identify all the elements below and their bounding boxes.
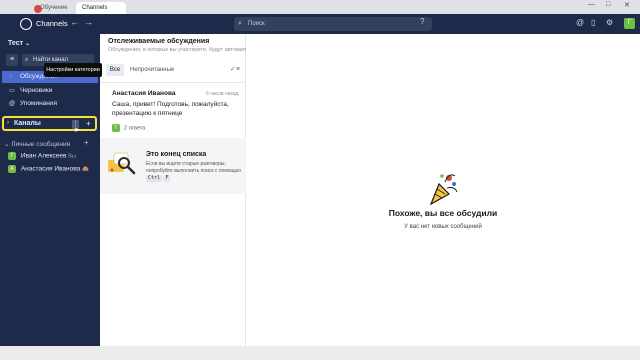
user-avatar[interactable]: Г — [624, 18, 635, 29]
draft-icon: ▭ — [9, 88, 15, 94]
sidebar-item-drafts[interactable]: ▭ Черновики — [2, 85, 98, 97]
chevron-right-icon[interactable]: › — [7, 120, 9, 126]
dm-status: Вы — [68, 153, 76, 160]
dm-name: Анастасия Иванова — [20, 165, 81, 173]
avatar: А — [8, 165, 16, 173]
thread-time: 6 часов назад — [206, 91, 239, 97]
tab-learning[interactable]: Обучение — [24, 2, 68, 14]
search-icon: ⌕ — [25, 57, 29, 63]
magnifier-illustration-icon — [108, 152, 136, 175]
mouse-cursor-icon: ➤ — [74, 127, 80, 134]
chevron-down-icon: ⌄ — [25, 41, 31, 47]
mark-read-icon[interactable]: ✓≡ — [230, 64, 240, 76]
bottom-bar — [0, 346, 640, 360]
sidebar-item-label: Упоминания — [20, 100, 58, 107]
notification-badge-icon — [34, 5, 42, 13]
avatar: Г — [112, 124, 120, 132]
dm-header[interactable]: ⌄ Личные сообщения — [4, 140, 70, 148]
end-text-body: Если вы ищете старые разговоры, попробуй… — [146, 161, 242, 174]
forward-icon[interactable]: → — [84, 17, 93, 27]
thread-text: Саша, привет! Подготовь, пожалуйста, пре… — [112, 101, 229, 117]
empty-state-subtitle: У вас нет новых сообщений — [404, 224, 482, 230]
channels-category[interactable]: › Каналы ⋮ + — [2, 116, 97, 131]
dm-header-label: Личные сообщения — [11, 141, 71, 148]
bookmark-icon[interactable]: ▯ — [591, 18, 595, 27]
workspace-menu[interactable]: Тест ⌄ — [8, 40, 30, 47]
add-channel-icon[interactable]: + — [86, 119, 91, 128]
party-popper-icon — [429, 174, 458, 206]
help-icon[interactable]: ? — [420, 17, 424, 26]
divider — [100, 82, 246, 83]
category-settings-tooltip: Настройки категории — [44, 63, 102, 77]
dm-item[interactable]: А Анастасия Иванова 🙈 — [8, 165, 89, 173]
page-title: Отслеживаемые обсуждения — [108, 38, 210, 45]
sidebar: Тест ⌄ ≡ ⌕ Найти канал ◌ Обсуждения ▭ Че… — [0, 34, 100, 346]
dm-status: 🙈 — [82, 166, 89, 173]
empty-state-title: Похоже, вы все обсудили — [388, 208, 498, 218]
mention-icon: @ — [9, 101, 16, 107]
maximize-icon[interactable]: □ — [606, 1, 610, 8]
search-icon: ⌕ — [238, 20, 242, 27]
app-title: Channels — [36, 19, 68, 28]
search-placeholder: Поиск — [248, 21, 265, 27]
back-icon[interactable]: ← — [70, 17, 79, 27]
end-title: Это конец списка — [146, 151, 207, 158]
dm-item[interactable]: Г Иван Алексеев Вы — [8, 152, 76, 160]
add-dm-icon[interactable]: + — [84, 138, 89, 147]
dm-name: Иван Алексеев — [20, 152, 67, 160]
avatar: Г — [8, 152, 16, 160]
minimize-icon[interactable]: — — [588, 1, 595, 8]
replies-count: 2 ответа — [124, 125, 146, 132]
sidebar-item-mentions[interactable]: @ Упоминания — [2, 98, 98, 110]
channels-label: Каналы — [14, 120, 41, 127]
kbd-ctrl: Ctrl — [146, 175, 163, 182]
tab-channels[interactable]: Channels — [76, 2, 126, 14]
thread-replies: Г 2 ответа — [112, 124, 145, 132]
threads-icon: ◌ — [9, 74, 13, 80]
end-of-list-card: Это конец списка Если вы ищете старые ра… — [100, 138, 246, 194]
filter-icon[interactable]: ≡ — [6, 54, 18, 66]
app-logo-icon — [20, 18, 32, 30]
search-input[interactable]: ⌕ Поиск — [234, 17, 432, 31]
workspace-name: Тест — [8, 40, 24, 47]
app-header: Channels ← → ⌕ Поиск ? @ ▯ ⚙ Г — [0, 14, 640, 34]
close-icon[interactable]: ✕ — [624, 1, 630, 9]
gear-icon[interactable]: ⚙ — [606, 18, 613, 27]
mention-icon[interactable]: @ — [576, 18, 584, 27]
thread-author: Анастасия Иванова — [112, 90, 176, 97]
end-text: Если вы ищете старые разговоры, попробуй… — [146, 161, 242, 182]
kbd-f: F — [163, 175, 171, 182]
filter-all-button[interactable]: Все — [106, 64, 124, 76]
sidebar-item-label: Черновики — [20, 87, 53, 94]
browser-tabbar: Обучение Channels — □ ✕ — [0, 0, 640, 14]
filter-unread-button[interactable]: Непрочитанные — [130, 64, 174, 76]
tab-label: Channels — [82, 5, 108, 11]
